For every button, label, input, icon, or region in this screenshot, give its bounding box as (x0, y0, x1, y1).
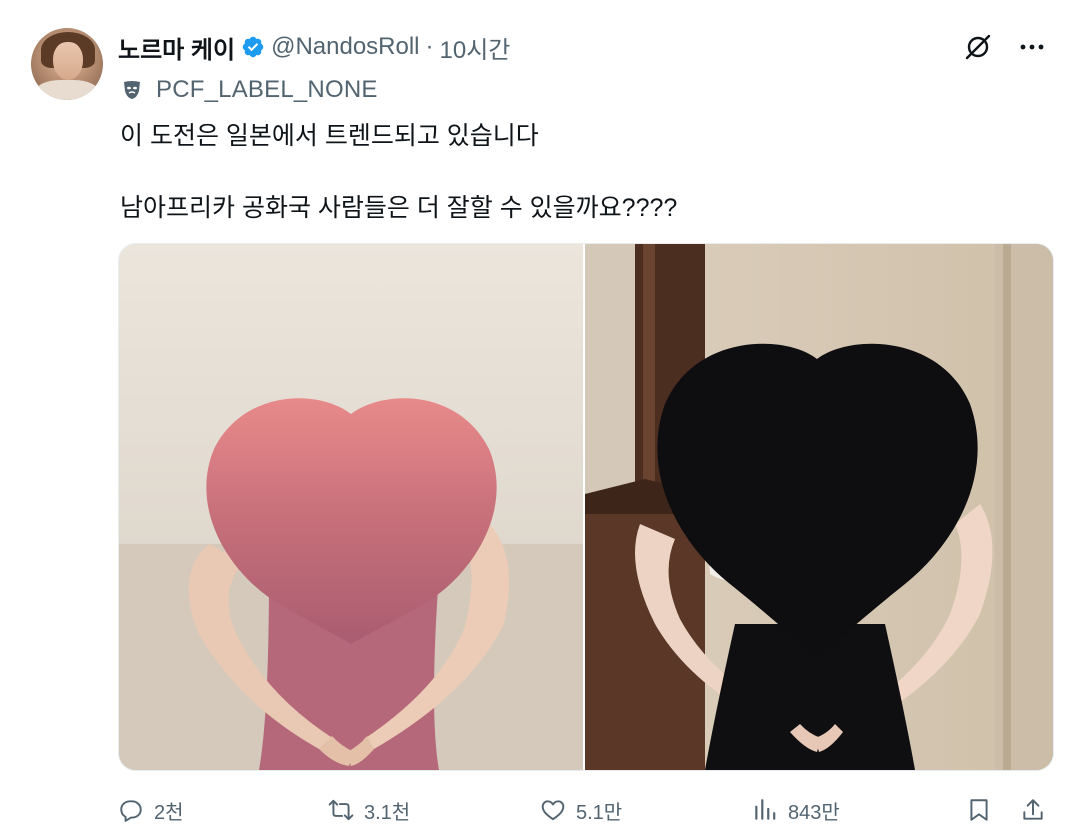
media-gallery (118, 243, 1054, 771)
tweet-text-line-2: 남아프리카 공화국 사람들은 더 잘할 수 있을까요???? (120, 194, 678, 222)
tweet-action-bar: 2천 3.1천 5.1만 843만 (118, 790, 1052, 830)
share-button[interactable] (1020, 790, 1046, 830)
photo-black-heart[interactable] (585, 244, 1053, 770)
separator-dot: · (425, 33, 434, 60)
content-label-text: PCF_LABEL_NONE (156, 76, 378, 103)
views-button[interactable]: 843만 (752, 790, 840, 830)
view-count: 843만 (788, 801, 840, 824)
verified-badge-icon (241, 35, 265, 59)
like-count: 5.1만 (576, 801, 623, 824)
photo-pink-heart[interactable] (119, 244, 583, 770)
retweet-button[interactable]: 3.1천 (328, 790, 410, 830)
reply-button[interactable]: 2천 (118, 790, 184, 830)
avatar-body (35, 80, 99, 100)
tweet-text-line-1: 이 도전은 일본에서 트렌드되고 있습니다 (120, 122, 539, 150)
avatar-face (53, 42, 83, 80)
bookmark-icon (966, 797, 992, 823)
display-name[interactable]: 노르마 케이 (118, 30, 235, 65)
retweet-icon (328, 797, 354, 823)
more-options-icon[interactable] (1015, 30, 1049, 64)
tweet-header: 노르마 케이 @NandosRoll · 10시간 (118, 30, 510, 64)
heart-icon (540, 797, 566, 823)
content-label: PCF_LABEL_NONE (120, 74, 378, 106)
avatar[interactable] (31, 28, 103, 100)
tweet-top-actions (961, 30, 1049, 64)
retweet-count: 3.1천 (364, 801, 411, 824)
handle[interactable]: @NandosRoll (271, 33, 419, 61)
like-button[interactable]: 5.1만 (540, 790, 622, 830)
grok-icon[interactable] (961, 30, 995, 64)
mask-icon (120, 78, 144, 102)
tweet: 노르마 케이 @NandosRoll · 10시간 PCF_LABEL_NONE… (0, 0, 1085, 836)
analytics-icon (752, 797, 778, 823)
bookmark-button[interactable] (966, 790, 992, 830)
reply-count: 2천 (154, 801, 184, 824)
reply-icon (118, 797, 144, 823)
timestamp[interactable]: 10시간 (440, 30, 511, 65)
share-icon (1020, 797, 1046, 823)
